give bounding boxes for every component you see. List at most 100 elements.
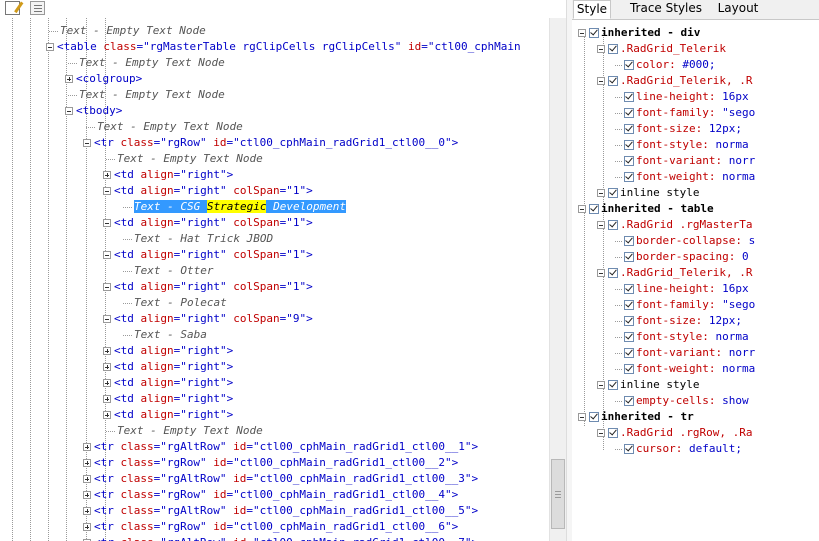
- collapse-icon[interactable]: [46, 43, 54, 51]
- enabled-checkbox[interactable]: [624, 332, 634, 342]
- collapse-icon[interactable]: [103, 187, 111, 195]
- expand-icon[interactable]: [83, 507, 91, 515]
- css-property[interactable]: font-style: norma: [615, 329, 749, 345]
- tree-node-table[interactable]: <table class = "rgMasterTable rgClipCells …: [46, 39, 521, 55]
- tree-node-td[interactable]: <td align="right">: [103, 359, 233, 375]
- enabled-checkbox[interactable]: [624, 316, 634, 326]
- enabled-checkbox[interactable]: [589, 28, 599, 38]
- enabled-checkbox[interactable]: [608, 380, 618, 390]
- enabled-checkbox[interactable]: [624, 348, 634, 358]
- tree-node-td[interactable]: <td align="right">: [103, 167, 233, 183]
- text-node[interactable]: Text - Empty Text Node: [106, 151, 263, 167]
- css-property[interactable]: font-variant: norr: [615, 153, 755, 169]
- enabled-checkbox[interactable]: [624, 172, 634, 182]
- enabled-checkbox[interactable]: [608, 428, 618, 438]
- word-wrap-icon[interactable]: [30, 1, 45, 15]
- tree-node-td[interactable]: <td align="right">: [103, 343, 233, 359]
- enabled-checkbox[interactable]: [589, 204, 599, 214]
- collapse-icon[interactable]: [597, 45, 605, 53]
- style-pane[interactable]: inherited - div .RadGrid_Telerik color: #0…: [572, 20, 819, 541]
- tree-node-td[interactable]: <td align="right">: [103, 391, 233, 407]
- css-rule[interactable]: .RadGrid .rgRow, .Ra: [597, 425, 752, 441]
- enabled-checkbox[interactable]: [624, 396, 634, 406]
- expand-icon[interactable]: [83, 459, 91, 467]
- collapse-icon[interactable]: [103, 283, 111, 291]
- text-node[interactable]: Text - Saba: [123, 327, 207, 343]
- css-property[interactable]: cursor: default;: [615, 441, 742, 457]
- css-property[interactable]: empty-cells: show: [615, 393, 749, 409]
- tree-node-tbody[interactable]: <tbody>: [65, 103, 122, 119]
- css-rule[interactable]: inline style: [597, 377, 699, 393]
- expand-icon[interactable]: [103, 411, 111, 419]
- tab-trace-styles[interactable]: Trace Styles: [625, 0, 707, 19]
- tab-style[interactable]: Style: [573, 0, 611, 19]
- css-property[interactable]: line-height: 16px: [615, 281, 749, 297]
- expand-icon[interactable]: [65, 75, 73, 83]
- css-property[interactable]: font-size: 12px;: [615, 313, 742, 329]
- collapse-icon[interactable]: [578, 413, 586, 421]
- css-rule[interactable]: .RadGrid_Telerik, .R: [597, 73, 752, 89]
- inherited-group[interactable]: inherited - div: [578, 25, 700, 41]
- enabled-checkbox[interactable]: [624, 300, 634, 310]
- collapse-icon[interactable]: [578, 29, 586, 37]
- scroll-thumb[interactable]: [551, 459, 565, 529]
- edit-icon[interactable]: [5, 1, 20, 15]
- collapse-icon[interactable]: [578, 205, 586, 213]
- expand-icon[interactable]: [103, 171, 111, 179]
- enabled-checkbox[interactable]: [624, 252, 634, 262]
- css-rule[interactable]: .RadGrid .rgMasterTa: [597, 217, 752, 233]
- css-property[interactable]: font-family: "sego: [615, 297, 755, 313]
- inherited-group[interactable]: inherited - tr: [578, 409, 694, 425]
- enabled-checkbox[interactable]: [624, 284, 634, 294]
- enabled-checkbox[interactable]: [624, 444, 634, 454]
- tree-node-td[interactable]: <td align="right" colSpan="1">: [103, 279, 313, 295]
- collapse-icon[interactable]: [597, 189, 605, 197]
- tree-node-tr[interactable]: <tr class="rgAltRow" id="ctl00_cphMain_r…: [83, 535, 478, 541]
- enabled-checkbox[interactable]: [608, 268, 618, 278]
- tree-node-tr[interactable]: <tr class="rgRow" id="ctl00_cphMain_radG…: [83, 455, 458, 471]
- css-property[interactable]: font-weight: norma: [615, 361, 755, 377]
- expand-icon[interactable]: [103, 347, 111, 355]
- tree-node-colgroup[interactable]: <colgroup>: [65, 71, 142, 87]
- expand-icon[interactable]: [103, 379, 111, 387]
- tree-node-td[interactable]: <td align="right" colSpan="1">: [103, 247, 313, 263]
- enabled-checkbox[interactable]: [624, 156, 634, 166]
- tree-node-td[interactable]: <td align="right" colSpan="9">: [103, 311, 313, 327]
- css-property[interactable]: line-height: 16px: [615, 89, 749, 105]
- expand-icon[interactable]: [103, 395, 111, 403]
- enabled-checkbox[interactable]: [608, 188, 618, 198]
- css-property[interactable]: border-spacing: 0: [615, 249, 749, 265]
- tree-node-td[interactable]: <td align="right" colSpan="1">: [103, 183, 313, 199]
- collapse-icon[interactable]: [103, 219, 111, 227]
- css-property[interactable]: font-size: 12px;: [615, 121, 742, 137]
- tree-node-tr[interactable]: <tr class="rgAltRow" id="ctl00_cphMain_r…: [83, 471, 478, 487]
- collapse-icon[interactable]: [597, 221, 605, 229]
- text-node[interactable]: Text - Hat Trick JBOD: [123, 231, 273, 247]
- expand-icon[interactable]: [83, 443, 91, 451]
- tree-node-tr[interactable]: <tr class="rgAltRow" id="ctl00_cphMain_r…: [83, 439, 478, 455]
- collapse-icon[interactable]: [597, 429, 605, 437]
- collapse-icon[interactable]: [103, 315, 111, 323]
- text-node[interactable]: Text - Polecat: [123, 295, 227, 311]
- css-property[interactable]: font-variant: norr: [615, 345, 755, 361]
- tree-node-tr[interactable]: <tr class="rgRow" id="ctl00_cphMain_radG…: [83, 135, 458, 151]
- expand-icon[interactable]: [103, 363, 111, 371]
- tab-layout[interactable]: Layout: [713, 0, 763, 19]
- enabled-checkbox[interactable]: [608, 76, 618, 86]
- collapse-icon[interactable]: [597, 269, 605, 277]
- tree-node-tr[interactable]: <tr class="rgRow" id="ctl00_cphMain_radG…: [83, 487, 458, 503]
- css-property[interactable]: font-style: norma: [615, 137, 749, 153]
- enabled-checkbox[interactable]: [624, 108, 634, 118]
- css-rule[interactable]: inline style: [597, 185, 699, 201]
- css-property[interactable]: font-weight: norma: [615, 169, 755, 185]
- text-node[interactable]: Text - Empty Text Node: [106, 423, 263, 439]
- collapse-icon[interactable]: [597, 77, 605, 85]
- dom-tree[interactable]: Text - Empty Text Node <table class="rgMa…: [0, 18, 549, 541]
- enabled-checkbox[interactable]: [624, 92, 634, 102]
- text-node[interactable]: Text - Empty Text Node: [68, 87, 225, 103]
- expand-icon[interactable]: [83, 475, 91, 483]
- enabled-checkbox[interactable]: [608, 44, 618, 54]
- collapse-icon[interactable]: [83, 139, 91, 147]
- css-property[interactable]: border-collapse: s: [615, 233, 755, 249]
- enabled-checkbox[interactable]: [608, 220, 618, 230]
